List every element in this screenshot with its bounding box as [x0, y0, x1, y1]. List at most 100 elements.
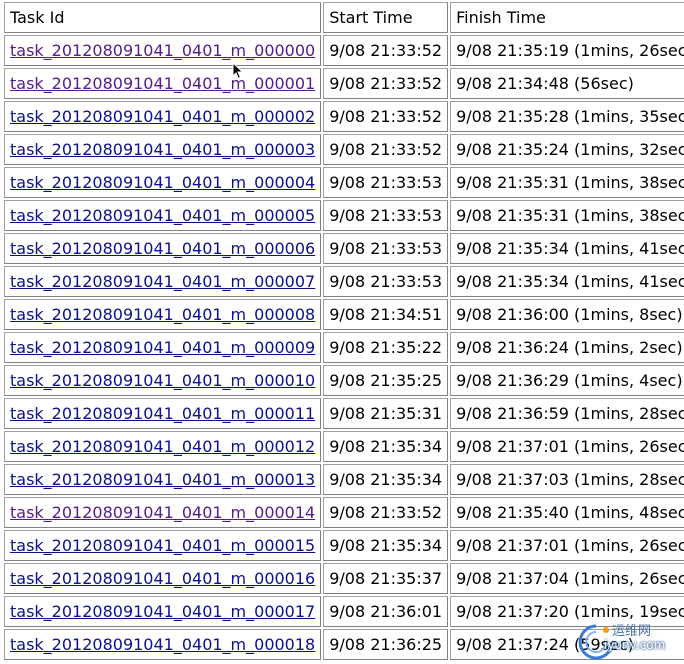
- table-row: task_201208091041_0401_m_000010 9/08 21:3…: [4, 365, 684, 396]
- start-time-cell: 9/08 21:33:53: [323, 233, 449, 264]
- start-time-cell: 9/08 21:35:34: [323, 431, 449, 462]
- start-time-cell: 9/08 21:35:31: [323, 398, 449, 429]
- task-link[interactable]: task_201208091041_0401_m_000001: [10, 74, 315, 93]
- task-link[interactable]: task_201208091041_0401_m_000015: [10, 536, 315, 555]
- table-row: task_201208091041_0401_m_000001 9/08 21:3…: [4, 68, 684, 99]
- table-row: task_201208091041_0401_m_000014 9/08 21:3…: [4, 497, 684, 528]
- finish-time-cell: 9/08 21:37:20 (1mins, 19sec): [450, 596, 684, 627]
- task-link[interactable]: task_201208091041_0401_m_000002: [10, 107, 315, 126]
- task-id-cell: task_201208091041_0401_m_000016: [4, 563, 322, 594]
- table-row: task_201208091041_0401_m_000017 9/08 21:3…: [4, 596, 684, 627]
- task-id-cell: task_201208091041_0401_m_000012: [4, 431, 322, 462]
- start-time-cell: 9/08 21:36:25: [323, 629, 449, 660]
- task-link[interactable]: task_201208091041_0401_m_000018: [10, 635, 315, 654]
- task-id-cell: task_201208091041_0401_m_000011: [4, 398, 322, 429]
- start-time-cell: 9/08 21:35:37: [323, 563, 449, 594]
- start-time-cell: 9/08 21:33:53: [323, 167, 449, 198]
- task-link[interactable]: task_201208091041_0401_m_000017: [10, 602, 315, 621]
- task-id-cell: task_201208091041_0401_m_000010: [4, 365, 322, 396]
- finish-time-cell: 9/08 21:37:01 (1mins, 26sec): [450, 530, 684, 561]
- finish-time-cell: 9/08 21:36:24 (1mins, 2sec): [450, 332, 684, 363]
- task-link[interactable]: task_201208091041_0401_m_000006: [10, 239, 315, 258]
- finish-time-cell: 9/08 21:34:48 (56sec): [450, 68, 684, 99]
- task-id-cell: task_201208091041_0401_m_000006: [4, 233, 322, 264]
- finish-time-cell: 9/08 21:36:29 (1mins, 4sec): [450, 365, 684, 396]
- start-time-cell: 9/08 21:33:52: [323, 35, 449, 66]
- task-link[interactable]: task_201208091041_0401_m_000010: [10, 371, 315, 390]
- start-time-cell: 9/08 21:35:22: [323, 332, 449, 363]
- table-row: task_201208091041_0401_m_000006 9/08 21:3…: [4, 233, 684, 264]
- task-link[interactable]: task_201208091041_0401_m_000012: [10, 437, 315, 456]
- start-time-cell: 9/08 21:33:52: [323, 68, 449, 99]
- finish-time-cell: 9/08 21:37:03 (1mins, 28sec): [450, 464, 684, 495]
- task-id-cell: task_201208091041_0401_m_000014: [4, 497, 322, 528]
- task-link[interactable]: task_201208091041_0401_m_000000: [10, 41, 315, 60]
- finish-time-cell: 9/08 21:35:34 (1mins, 41sec): [450, 266, 684, 297]
- task-link[interactable]: task_201208091041_0401_m_000005: [10, 206, 315, 225]
- table-row: task_201208091041_0401_m_000004 9/08 21:3…: [4, 167, 684, 198]
- finish-time-cell: 9/08 21:36:00 (1mins, 8sec): [450, 299, 684, 330]
- table-row: task_201208091041_0401_m_000018 9/08 21:3…: [4, 629, 684, 660]
- finish-time-cell: 9/08 21:36:59 (1mins, 28sec): [450, 398, 684, 429]
- task-id-cell: task_201208091041_0401_m_000002: [4, 101, 322, 132]
- table-row: task_201208091041_0401_m_000009 9/08 21:3…: [4, 332, 684, 363]
- finish-time-cell: 9/08 21:35:31 (1mins, 38sec): [450, 200, 684, 231]
- finish-time-cell: 9/08 21:35:28 (1mins, 35sec): [450, 101, 684, 132]
- header-finish-time: Finish Time: [450, 2, 684, 33]
- task-link[interactable]: task_201208091041_0401_m_000014: [10, 503, 315, 522]
- finish-time-cell: 9/08 21:35:40 (1mins, 48sec): [450, 497, 684, 528]
- start-time-cell: 9/08 21:35:34: [323, 530, 449, 561]
- finish-time-cell: 9/08 21:37:01 (1mins, 26sec): [450, 431, 684, 462]
- table-row: task_201208091041_0401_m_000015 9/08 21:3…: [4, 530, 684, 561]
- table-row: task_201208091041_0401_m_000005 9/08 21:3…: [4, 200, 684, 231]
- task-id-cell: task_201208091041_0401_m_000013: [4, 464, 322, 495]
- task-id-cell: task_201208091041_0401_m_000007: [4, 266, 322, 297]
- start-time-cell: 9/08 21:35:34: [323, 464, 449, 495]
- table-row: task_201208091041_0401_m_000016 9/08 21:3…: [4, 563, 684, 594]
- task-id-cell: task_201208091041_0401_m_000000: [4, 35, 322, 66]
- table-row: task_201208091041_0401_m_000008 9/08 21:3…: [4, 299, 684, 330]
- task-id-cell: task_201208091041_0401_m_000018: [4, 629, 322, 660]
- table-row: task_201208091041_0401_m_000000 9/08 21:3…: [4, 35, 684, 66]
- table-row: task_201208091041_0401_m_000011 9/08 21:3…: [4, 398, 684, 429]
- task-rows: task_201208091041_0401_m_000000 9/08 21:3…: [4, 35, 684, 660]
- finish-time-cell: 9/08 21:37:04 (1mins, 26sec): [450, 563, 684, 594]
- header-task-id: Task Id: [4, 2, 322, 33]
- table-row: task_201208091041_0401_m_000007 9/08 21:3…: [4, 266, 684, 297]
- finish-time-cell: 9/08 21:35:34 (1mins, 41sec): [450, 233, 684, 264]
- table-row: task_201208091041_0401_m_000012 9/08 21:3…: [4, 431, 684, 462]
- task-link[interactable]: task_201208091041_0401_m_000009: [10, 338, 315, 357]
- finish-time-cell: 9/08 21:35:31 (1mins, 38sec): [450, 167, 684, 198]
- task-id-cell: task_201208091041_0401_m_000015: [4, 530, 322, 561]
- task-link[interactable]: task_201208091041_0401_m_000011: [10, 404, 315, 423]
- task-link[interactable]: task_201208091041_0401_m_000003: [10, 140, 315, 159]
- header-row: Task Id Start Time Finish Time: [4, 2, 684, 33]
- table-row: task_201208091041_0401_m_000013 9/08 21:3…: [4, 464, 684, 495]
- start-time-cell: 9/08 21:36:01: [323, 596, 449, 627]
- start-time-cell: 9/08 21:34:51: [323, 299, 449, 330]
- task-id-cell: task_201208091041_0401_m_000004: [4, 167, 322, 198]
- task-id-cell: task_201208091041_0401_m_000005: [4, 200, 322, 231]
- task-id-cell: task_201208091041_0401_m_000008: [4, 299, 322, 330]
- task-link[interactable]: task_201208091041_0401_m_000008: [10, 305, 315, 324]
- start-time-cell: 9/08 21:33:52: [323, 134, 449, 165]
- task-link[interactable]: task_201208091041_0401_m_000016: [10, 569, 315, 588]
- task-id-cell: task_201208091041_0401_m_000017: [4, 596, 322, 627]
- task-id-cell: task_201208091041_0401_m_000009: [4, 332, 322, 363]
- finish-time-cell: 9/08 21:37:24 (59sec): [450, 629, 684, 660]
- task-link[interactable]: task_201208091041_0401_m_000004: [10, 173, 315, 192]
- start-time-cell: 9/08 21:33:53: [323, 266, 449, 297]
- start-time-cell: 9/08 21:33:53: [323, 200, 449, 231]
- task-table: Task Id Start Time Finish Time task_2012…: [2, 0, 684, 662]
- table-row: task_201208091041_0401_m_000003 9/08 21:3…: [4, 134, 684, 165]
- start-time-cell: 9/08 21:33:52: [323, 101, 449, 132]
- task-link[interactable]: task_201208091041_0401_m_000007: [10, 272, 315, 291]
- finish-time-cell: 9/08 21:35:24 (1mins, 32sec): [450, 134, 684, 165]
- table-row: task_201208091041_0401_m_000002 9/08 21:3…: [4, 101, 684, 132]
- task-link[interactable]: task_201208091041_0401_m_000013: [10, 470, 315, 489]
- start-time-cell: 9/08 21:35:25: [323, 365, 449, 396]
- header-start-time: Start Time: [323, 2, 449, 33]
- start-time-cell: 9/08 21:33:52: [323, 497, 449, 528]
- finish-time-cell: 9/08 21:35:19 (1mins, 26sec): [450, 35, 684, 66]
- task-id-cell: task_201208091041_0401_m_000001: [4, 68, 322, 99]
